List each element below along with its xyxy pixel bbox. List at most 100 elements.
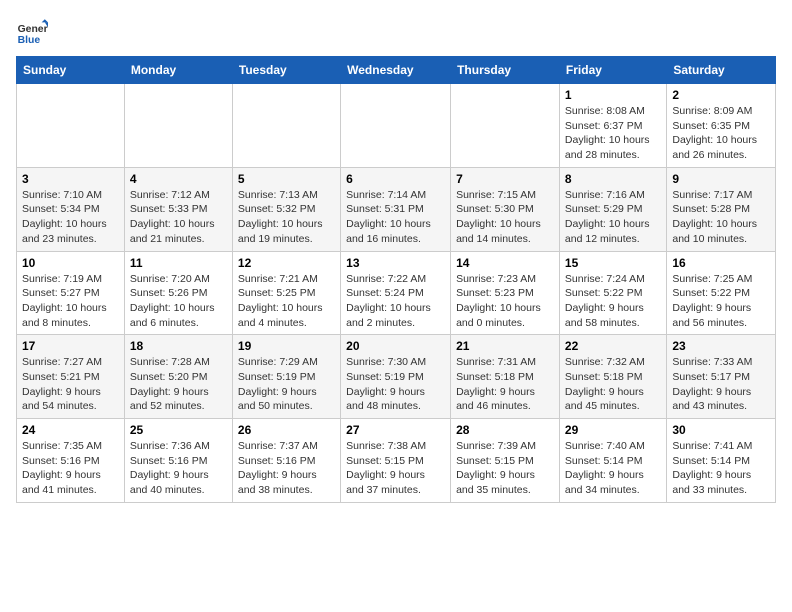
- weekday-header-friday: Friday: [559, 57, 666, 84]
- day-number: 26: [238, 423, 335, 437]
- day-info: Sunrise: 7:32 AM Sunset: 5:18 PM Dayligh…: [565, 355, 661, 414]
- calendar-cell: 18Sunrise: 7:28 AM Sunset: 5:20 PM Dayli…: [124, 335, 232, 419]
- weekday-header-thursday: Thursday: [451, 57, 560, 84]
- calendar-cell: 3 Sunrise: 7:10 AM Sunset: 5:34 PM Daylig…: [17, 167, 125, 251]
- day-number: 17: [22, 339, 119, 353]
- week-row-4: 24 Sunrise: 7:35 AM Sunset: 5:16 PM Dayli…: [17, 419, 776, 503]
- calendar-cell: 10 Sunrise: 7:19 AM Sunset: 5:27 PM Dayli…: [17, 251, 125, 335]
- day-info: Sunrise: 7:35 AM Sunset: 5:16 PM Dayligh…: [22, 439, 119, 498]
- week-row-2: 10 Sunrise: 7:19 AM Sunset: 5:27 PM Dayli…: [17, 251, 776, 335]
- day-number: 22: [565, 339, 661, 353]
- day-info: Sunrise: 7:14 AM Sunset: 5:31 PM Dayligh…: [346, 188, 445, 247]
- logo-icon: General Blue: [16, 16, 48, 48]
- day-info: Sunrise: 8:09 AM Sunset: 6:35 PM Dayligh…: [672, 104, 770, 163]
- calendar-cell: 28 Sunrise: 7:39 AM Sunset: 5:15 PM Dayli…: [451, 419, 560, 503]
- calendar-cell: [451, 84, 560, 168]
- calendar-cell: 4 Sunrise: 7:12 AM Sunset: 5:33 PM Daylig…: [124, 167, 232, 251]
- weekday-header-tuesday: Tuesday: [232, 57, 340, 84]
- day-number: 14: [456, 256, 554, 270]
- day-number: 21: [456, 339, 554, 353]
- day-info: Sunrise: 7:37 AM Sunset: 5:16 PM Dayligh…: [238, 439, 335, 498]
- weekday-header-saturday: Saturday: [667, 57, 776, 84]
- day-info: Sunrise: 7:29 AM Sunset: 5:19 PM Dayligh…: [238, 355, 335, 414]
- calendar-cell: 15Sunrise: 7:24 AM Sunset: 5:22 PM Dayli…: [559, 251, 666, 335]
- day-info: Sunrise: 7:24 AM Sunset: 5:22 PM Dayligh…: [565, 272, 661, 331]
- day-number: 7: [456, 172, 554, 186]
- calendar-cell: 2Sunrise: 8:09 AM Sunset: 6:35 PM Daylig…: [667, 84, 776, 168]
- day-info: Sunrise: 7:12 AM Sunset: 5:33 PM Dayligh…: [130, 188, 227, 247]
- calendar-cell: 21 Sunrise: 7:31 AM Sunset: 5:18 PM Dayli…: [451, 335, 560, 419]
- calendar-cell: 26 Sunrise: 7:37 AM Sunset: 5:16 PM Dayli…: [232, 419, 340, 503]
- day-number: 24: [22, 423, 119, 437]
- day-info: Sunrise: 7:33 AM Sunset: 5:17 PM Dayligh…: [672, 355, 770, 414]
- day-number: 28: [456, 423, 554, 437]
- day-info: Sunrise: 7:27 AM Sunset: 5:21 PM Dayligh…: [22, 355, 119, 414]
- calendar-cell: 24 Sunrise: 7:35 AM Sunset: 5:16 PM Dayli…: [17, 419, 125, 503]
- day-number: 20: [346, 339, 445, 353]
- calendar-cell: 20 Sunrise: 7:30 AM Sunset: 5:19 PM Dayli…: [341, 335, 451, 419]
- day-info: Sunrise: 7:13 AM Sunset: 5:32 PM Dayligh…: [238, 188, 335, 247]
- calendar-cell: 16 Sunrise: 7:25 AM Sunset: 5:22 PM Dayli…: [667, 251, 776, 335]
- day-info: Sunrise: 7:23 AM Sunset: 5:23 PM Dayligh…: [456, 272, 554, 331]
- day-number: 30: [672, 423, 770, 437]
- week-row-3: 17 Sunrise: 7:27 AM Sunset: 5:21 PM Dayli…: [17, 335, 776, 419]
- day-number: 23: [672, 339, 770, 353]
- calendar-cell: [124, 84, 232, 168]
- day-info: Sunrise: 7:40 AM Sunset: 5:14 PM Dayligh…: [565, 439, 661, 498]
- day-info: Sunrise: 7:17 AM Sunset: 5:28 PM Dayligh…: [672, 188, 770, 247]
- day-info: Sunrise: 7:30 AM Sunset: 5:19 PM Dayligh…: [346, 355, 445, 414]
- calendar-cell: 22 Sunrise: 7:32 AM Sunset: 5:18 PM Dayli…: [559, 335, 666, 419]
- header: General Blue: [16, 16, 776, 48]
- calendar-cell: 5 Sunrise: 7:13 AM Sunset: 5:32 PM Daylig…: [232, 167, 340, 251]
- day-info: Sunrise: 7:15 AM Sunset: 5:30 PM Dayligh…: [456, 188, 554, 247]
- calendar-table: SundayMondayTuesdayWednesdayThursdayFrid…: [16, 56, 776, 503]
- day-number: 13: [346, 256, 445, 270]
- day-number: 18: [130, 339, 227, 353]
- calendar-cell: 8 Sunrise: 7:16 AM Sunset: 5:29 PM Daylig…: [559, 167, 666, 251]
- day-info: Sunrise: 7:16 AM Sunset: 5:29 PM Dayligh…: [565, 188, 661, 247]
- calendar-cell: [17, 84, 125, 168]
- day-number: 3: [22, 172, 119, 186]
- calendar-cell: 7 Sunrise: 7:15 AM Sunset: 5:30 PM Daylig…: [451, 167, 560, 251]
- day-number: 25: [130, 423, 227, 437]
- calendar-cell: 1 Sunrise: 8:08 AM Sunset: 6:37 PM Daylig…: [559, 84, 666, 168]
- day-info: Sunrise: 7:19 AM Sunset: 5:27 PM Dayligh…: [22, 272, 119, 331]
- day-info: Sunrise: 7:20 AM Sunset: 5:26 PM Dayligh…: [130, 272, 227, 331]
- calendar-cell: 11 Sunrise: 7:20 AM Sunset: 5:26 PM Dayli…: [124, 251, 232, 335]
- calendar-cell: 27 Sunrise: 7:38 AM Sunset: 5:15 PM Dayli…: [341, 419, 451, 503]
- calendar-cell: 29 Sunrise: 7:40 AM Sunset: 5:14 PM Dayli…: [559, 419, 666, 503]
- day-info: Sunrise: 7:25 AM Sunset: 5:22 PM Dayligh…: [672, 272, 770, 331]
- logo: General Blue: [16, 16, 48, 48]
- day-info: Sunrise: 7:31 AM Sunset: 5:18 PM Dayligh…: [456, 355, 554, 414]
- day-number: 16: [672, 256, 770, 270]
- weekday-header-monday: Monday: [124, 57, 232, 84]
- day-info: Sunrise: 7:10 AM Sunset: 5:34 PM Dayligh…: [22, 188, 119, 247]
- day-info: Sunrise: 7:38 AM Sunset: 5:15 PM Dayligh…: [346, 439, 445, 498]
- weekday-header-wednesday: Wednesday: [341, 57, 451, 84]
- calendar-cell: 13 Sunrise: 7:22 AM Sunset: 5:24 PM Dayli…: [341, 251, 451, 335]
- day-number: 11: [130, 256, 227, 270]
- day-number: 10: [22, 256, 119, 270]
- day-info: Sunrise: 7:41 AM Sunset: 5:14 PM Dayligh…: [672, 439, 770, 498]
- calendar-cell: 30 Sunrise: 7:41 AM Sunset: 5:14 PM Dayli…: [667, 419, 776, 503]
- day-number: 8: [565, 172, 661, 186]
- calendar-cell: 17 Sunrise: 7:27 AM Sunset: 5:21 PM Dayli…: [17, 335, 125, 419]
- day-info: Sunrise: 7:22 AM Sunset: 5:24 PM Dayligh…: [346, 272, 445, 331]
- calendar-cell: 25 Sunrise: 7:36 AM Sunset: 5:16 PM Dayli…: [124, 419, 232, 503]
- day-info: Sunrise: 7:36 AM Sunset: 5:16 PM Dayligh…: [130, 439, 227, 498]
- day-info: Sunrise: 8:08 AM Sunset: 6:37 PM Dayligh…: [565, 104, 661, 163]
- calendar-cell: 23 Sunrise: 7:33 AM Sunset: 5:17 PM Dayli…: [667, 335, 776, 419]
- day-number: 27: [346, 423, 445, 437]
- calendar-cell: 19Sunrise: 7:29 AM Sunset: 5:19 PM Dayli…: [232, 335, 340, 419]
- weekday-header-row: SundayMondayTuesdayWednesdayThursdayFrid…: [17, 57, 776, 84]
- svg-text:General: General: [18, 24, 48, 35]
- day-info: Sunrise: 7:21 AM Sunset: 5:25 PM Dayligh…: [238, 272, 335, 331]
- day-number: 5: [238, 172, 335, 186]
- day-number: 4: [130, 172, 227, 186]
- day-number: 1: [565, 88, 661, 102]
- calendar-cell: 6Sunrise: 7:14 AM Sunset: 5:31 PM Daylig…: [341, 167, 451, 251]
- day-number: 29: [565, 423, 661, 437]
- calendar-cell: 14 Sunrise: 7:23 AM Sunset: 5:23 PM Dayli…: [451, 251, 560, 335]
- week-row-1: 3 Sunrise: 7:10 AM Sunset: 5:34 PM Daylig…: [17, 167, 776, 251]
- day-info: Sunrise: 7:39 AM Sunset: 5:15 PM Dayligh…: [456, 439, 554, 498]
